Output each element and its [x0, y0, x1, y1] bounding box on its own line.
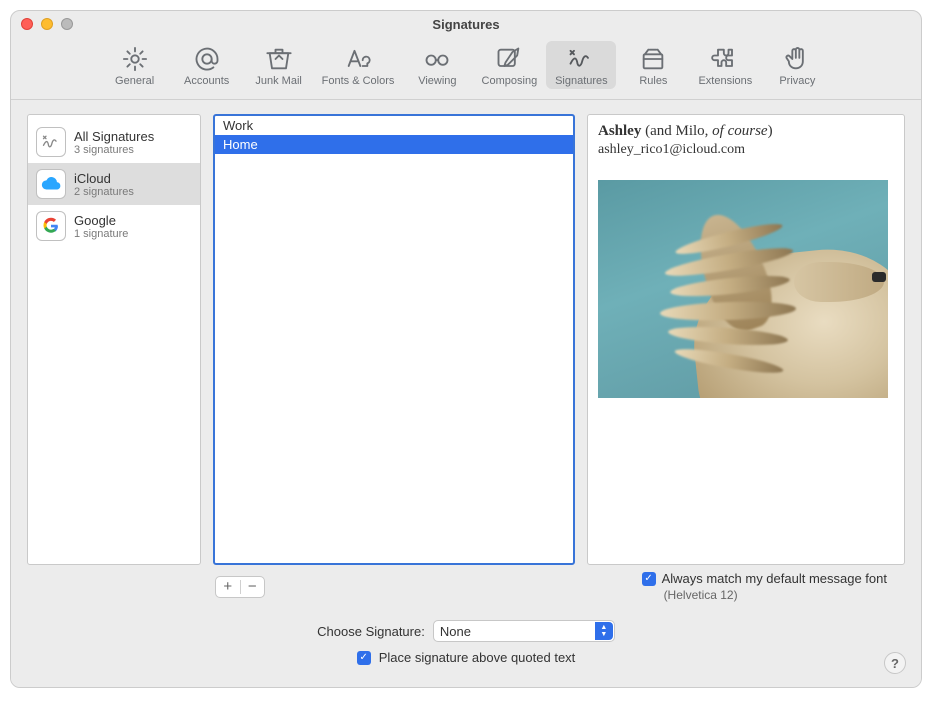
toolbar-tab-label: General: [115, 75, 154, 87]
choose-signature-select[interactable]: None ▲▼: [433, 620, 615, 642]
help-button[interactable]: ?: [884, 652, 906, 674]
toolbar-tab-viewing[interactable]: Viewing: [402, 41, 472, 89]
signature-name-line: Ashley (and Milo, of course): [598, 123, 894, 140]
toolbar-tab-accounts[interactable]: Accounts: [172, 41, 242, 89]
preferences-window: Signatures General Accounts Junk Mail Fonts…: [10, 10, 922, 688]
match-font-label: Always match my default message font: [662, 571, 887, 586]
at-icon: [193, 45, 221, 73]
bin-icon: [265, 45, 293, 73]
cloud-icon: [36, 169, 66, 199]
signature-name-bold: Ashley: [598, 123, 641, 139]
toolbar-tab-label: Junk Mail: [255, 75, 301, 87]
toolbar-tab-label: Signatures: [555, 75, 608, 87]
window-title: Signatures: [11, 17, 921, 32]
select-arrows-icon: ▲▼: [595, 622, 613, 640]
list-controls-row: + − ✓ Always match my default message fo…: [215, 571, 905, 602]
toolbar-tab-privacy[interactable]: Privacy: [762, 41, 832, 89]
toolbar-tab-label: Fonts & Colors: [322, 75, 395, 87]
account-sub: 2 signatures: [74, 186, 134, 198]
signature-list-item[interactable]: Work: [215, 116, 573, 135]
choose-signature-label: Choose Signature:: [317, 624, 425, 639]
signatures-list[interactable]: WorkHome: [213, 114, 575, 565]
rules-icon: [639, 45, 667, 73]
signature-preview[interactable]: Ashley (and Milo, of course) ashley_rico…: [587, 114, 905, 565]
google-icon: [36, 211, 66, 241]
add-signature-button[interactable]: +: [216, 578, 240, 595]
above-quoted-label: Place signature above quoted text: [379, 650, 576, 665]
signature-email: ashley_rico1@icloud.com: [598, 142, 894, 158]
preferences-toolbar: General Accounts Junk Mail Fonts & Colors Vi…: [11, 37, 921, 100]
account-item[interactable]: iCloud2 signatures: [28, 163, 200, 205]
toolbar-tab-rules[interactable]: Rules: [618, 41, 688, 89]
panes: All Signatures3 signaturesiCloud2 signat…: [27, 114, 905, 565]
fonts-icon: [344, 45, 372, 73]
toolbar-tab-fonts[interactable]: Fonts & Colors: [316, 41, 401, 89]
bottom-controls: Choose Signature: None ▲▼ ✓ Place signat…: [27, 620, 905, 677]
signature-list-item[interactable]: Home: [215, 135, 573, 154]
toolbar-tab-label: Privacy: [779, 75, 815, 87]
signature-icon: [567, 45, 595, 73]
hand-icon: [783, 45, 811, 73]
toolbar-tab-label: Rules: [639, 75, 667, 87]
account-item[interactable]: All Signatures3 signatures: [28, 121, 200, 163]
account-name: All Signatures: [74, 129, 154, 144]
accounts-list[interactable]: All Signatures3 signaturesiCloud2 signat…: [27, 114, 201, 565]
toolbar-tab-label: Extensions: [698, 75, 752, 87]
toolbar-tab-label: Composing: [482, 75, 538, 87]
choose-signature-value: None: [440, 624, 471, 639]
account-name: iCloud: [74, 171, 134, 186]
add-remove-control: + −: [215, 576, 265, 598]
toolbar-tab-signatures[interactable]: Signatures: [546, 41, 616, 89]
content-area: All Signatures3 signaturesiCloud2 signat…: [11, 100, 921, 687]
match-font-checkbox[interactable]: ✓: [642, 572, 656, 586]
signature-image: [598, 180, 888, 398]
font-note: (Helvetica 12): [664, 588, 887, 602]
toolbar-tab-composing[interactable]: Composing: [474, 41, 544, 89]
match-font-group: ✓ Always match my default message font (…: [642, 571, 887, 602]
toolbar-tab-label: Accounts: [184, 75, 229, 87]
account-item[interactable]: Google1 signature: [28, 205, 200, 247]
above-quoted-checkbox[interactable]: ✓: [357, 651, 371, 665]
signature-icon: [36, 127, 66, 157]
account-name: Google: [74, 213, 128, 228]
account-sub: 3 signatures: [74, 144, 154, 156]
toolbar-tab-extensions[interactable]: Extensions: [690, 41, 760, 89]
puzzle-icon: [711, 45, 739, 73]
glasses-icon: [423, 45, 451, 73]
compose-icon: [495, 45, 523, 73]
toolbar-tab-label: Viewing: [418, 75, 456, 87]
toolbar-tab-general[interactable]: General: [100, 41, 170, 89]
toolbar-tab-junk[interactable]: Junk Mail: [244, 41, 314, 89]
remove-signature-button[interactable]: −: [241, 578, 265, 595]
titlebar: Signatures: [11, 11, 921, 37]
gear-icon: [121, 45, 149, 73]
account-sub: 1 signature: [74, 228, 128, 240]
